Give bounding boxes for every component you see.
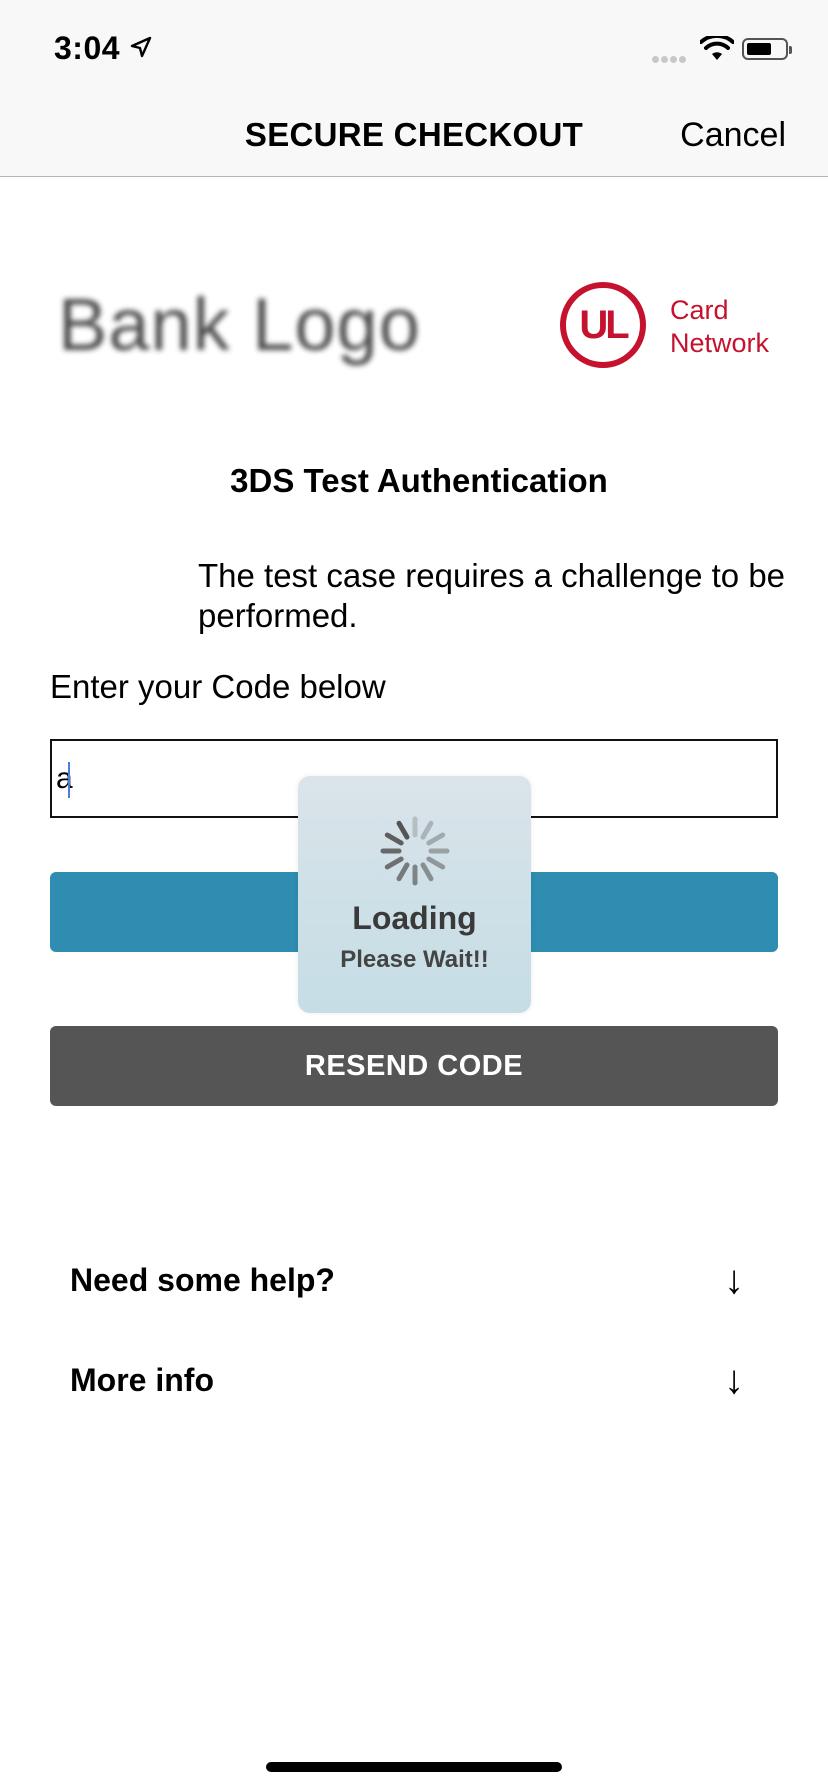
- challenge-title: 3DS Test Authentication: [230, 462, 608, 499]
- cancel-button[interactable]: Cancel: [680, 116, 786, 155]
- home-indicator: [266, 1762, 562, 1772]
- spinner-spoke: [384, 832, 404, 846]
- battery-icon: [742, 38, 792, 60]
- resend-code-button[interactable]: RESEND CODE: [50, 1026, 778, 1106]
- card-network-logo: UL Card Network: [560, 280, 780, 380]
- loading-overlay: Loading Please Wait!!: [298, 776, 531, 1013]
- spinner-spoke: [396, 820, 410, 840]
- spinner-spoke: [420, 820, 434, 840]
- location-arrow-icon: [130, 36, 152, 58]
- spinner-spoke: [426, 856, 446, 870]
- loading-subtitle: Please Wait!!: [340, 946, 489, 973]
- cellular-signal-icon: [652, 50, 688, 68]
- more-info-row[interactable]: More info ↓: [70, 1350, 744, 1410]
- card-network-line1: Card: [670, 295, 729, 325]
- need-help-label: Need some help?: [70, 1261, 335, 1298]
- arrow-down-icon: ↓: [724, 1357, 744, 1402]
- challenge-description: The test case requires a challenge to be…: [198, 557, 786, 634]
- loading-title: Loading: [352, 900, 477, 936]
- code-field-label: Enter your Code below: [50, 668, 386, 705]
- spinner-spoke: [420, 862, 434, 882]
- card-network-line2: Network: [670, 328, 770, 358]
- nav-bar: SECURE CHECKOUT Cancel: [0, 100, 828, 177]
- need-help-row[interactable]: Need some help? ↓: [70, 1250, 744, 1310]
- bank-logo: Bank Logo: [58, 283, 421, 366]
- spinner-spoke: [396, 862, 410, 882]
- wifi-icon: [700, 36, 734, 60]
- spinner-spoke: [384, 856, 404, 870]
- text-caret: [68, 762, 70, 798]
- spinner-icon: [380, 816, 450, 886]
- arrow-down-icon: ↓: [724, 1257, 744, 1302]
- card-network-text: Card Network: [670, 294, 769, 360]
- status-time: 3:04: [54, 30, 121, 66]
- ul-logo-mark: UL: [560, 282, 646, 368]
- more-info-label: More info: [70, 1361, 214, 1398]
- spinner-spoke: [426, 832, 446, 846]
- status-bar: 3:04: [0, 0, 828, 100]
